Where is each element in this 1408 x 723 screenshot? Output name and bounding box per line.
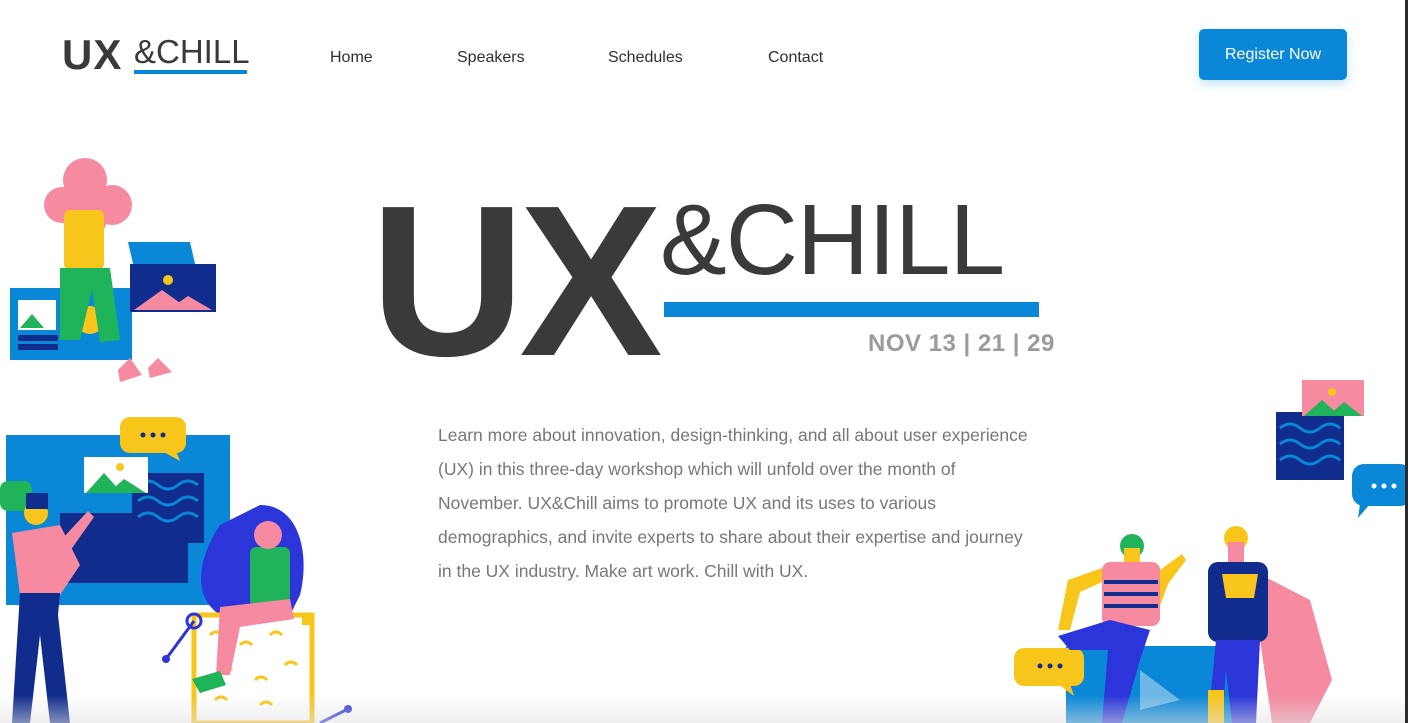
logo-chill-text: &CHILL [134,33,250,70]
register-now-button[interactable]: Register Now [1199,29,1347,80]
bottom-shadow [0,695,1405,723]
hero-title-ux: UX [370,160,663,401]
laptop-woman-illustration [10,158,216,382]
seated-woman-illustration [162,505,352,723]
logo-underline [134,70,247,74]
right-frames-illustration [1276,380,1405,518]
two-men-illustration [1014,526,1332,723]
logo-ux-text: UX [62,31,123,78]
hero-description: Learn more about innovation, design-thin… [438,424,1028,581]
event-dates: NOV 13 | 21 | 29 [868,330,1055,357]
chat-bubble-icon [1352,464,1405,506]
hero-underline [664,302,1039,317]
nav-schedules[interactable]: Schedules [608,49,683,67]
nav-home[interactable]: Home [330,49,373,67]
nav-contact[interactable]: Contact [768,49,823,67]
site-logo[interactable]: UX &CHILL [62,30,252,78]
hero-title-chill: &CHILL [660,184,1005,296]
nav-speakers[interactable]: Speakers [457,49,525,67]
